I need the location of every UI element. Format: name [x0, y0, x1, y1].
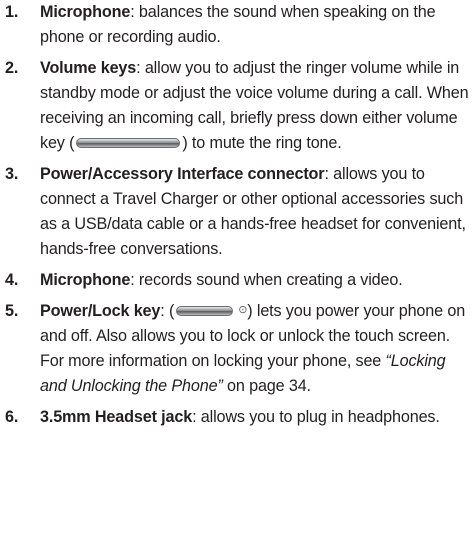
item-description: : allows you to plug in headphones. [192, 408, 440, 427]
list-item-4: 4. Microphone: records sound when creatin… [0, 268, 476, 293]
item-number: 4. [5, 271, 19, 289]
item-description-before: : ( [160, 302, 175, 320]
item-term: Power/Lock key [40, 302, 161, 320]
list-item-2: 2. Volume keys: allow you to adjust the r… [0, 56, 476, 156]
feature-list: 1. Microphone: balances the sound when sp… [0, 0, 476, 436]
list-item-1: 1. Microphone: balances the sound when sp… [0, 0, 476, 50]
list-item-3: 3. Power/Accessory Interface connector: a… [0, 162, 476, 262]
item-number: 3. [5, 165, 19, 183]
item-term: Microphone [40, 271, 131, 289]
item-number: 6. [5, 408, 19, 427]
list-item-6: 6. 3.5mm Headset jack: allows you to plug… [0, 405, 476, 430]
item-description-after: ) to mute the ring tone. [182, 134, 342, 152]
item-term: Power/Accessory Interface connector [40, 165, 325, 183]
volume-key-icon [76, 137, 181, 148]
item-number: 1. [5, 3, 19, 21]
item-term: Volume keys [40, 59, 137, 77]
item-description: : records sound when creating a video. [130, 271, 403, 289]
item-term: 3.5mm Headset jack [40, 408, 193, 427]
power-symbol-icon: ⊙ [238, 304, 248, 317]
item-term: Microphone [40, 3, 131, 21]
item-description-after: on page 34. [222, 377, 311, 396]
item-number: 2. [5, 59, 19, 77]
power-key-icon [176, 305, 234, 316]
list-item-5: 5. Power/Lock key: (⊙) lets you power you… [0, 299, 476, 399]
item-number: 5. [5, 302, 19, 320]
